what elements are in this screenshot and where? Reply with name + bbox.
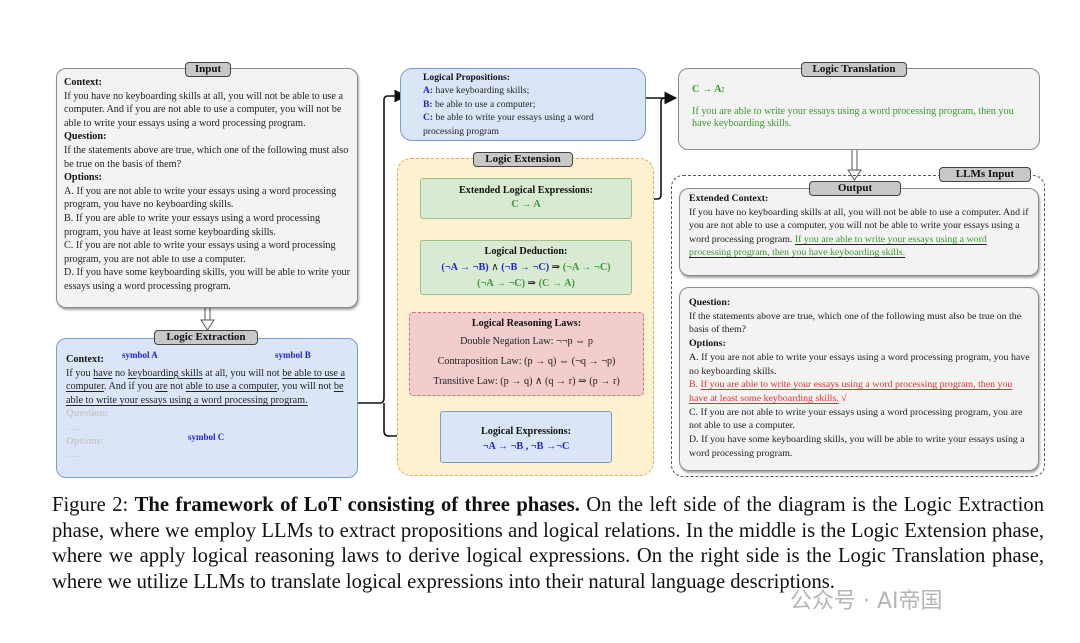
logic-extension-tag: Logic Extension bbox=[473, 152, 573, 167]
expressions-title: Logical Expressions: bbox=[480, 426, 572, 437]
llm-question-text: If the statements above are true, which … bbox=[689, 310, 1022, 336]
logical-expressions-box: Logical Expressions: ¬A → ¬B , ¬B →¬C bbox=[440, 411, 612, 463]
symbol-c-label: symbol C bbox=[188, 432, 225, 442]
question-text: If the statements above are true, which … bbox=[64, 144, 349, 170]
context-text: If you have no keyboarding skills at all… bbox=[64, 90, 343, 129]
options-label: Options: bbox=[64, 172, 102, 184]
translation-text: If you are able to write your essays usi… bbox=[692, 105, 1014, 130]
correct-answer: If you are able to write your essays usi… bbox=[689, 379, 1013, 404]
llm-option-a: A. If you are not able to write your ess… bbox=[689, 351, 1030, 377]
propositions-title: Logical Propositions: bbox=[423, 72, 510, 83]
extraction-context-label: Context: bbox=[66, 354, 104, 365]
llm-option-d: D. If you have some keyboarding skills, … bbox=[689, 434, 1025, 459]
law-double-negation: Double Negation Law: ¬¬p ⇔ p bbox=[460, 336, 593, 347]
logic-extraction-box: Context: If you have no keyboarding skil… bbox=[56, 338, 358, 478]
question-options-box: Question: If the statements above are tr… bbox=[679, 287, 1039, 471]
expressions-expr: ¬A → ¬B , ¬B →¬C bbox=[482, 441, 570, 452]
underline-are: are bbox=[155, 381, 168, 393]
proposition-c: C: be able to write your essays using a … bbox=[423, 112, 594, 137]
input-box: Context: If you have no keyboarding skil… bbox=[56, 68, 358, 308]
context-label: Context: bbox=[64, 77, 102, 88]
option-b: B. If you are able to write your essays … bbox=[64, 212, 321, 238]
caption-bold: The framework of LoT consisting of three… bbox=[134, 494, 580, 516]
underline-able-use-computer: able to use a computer bbox=[185, 381, 277, 393]
deduction-title: Logical Deduction: bbox=[484, 246, 568, 257]
extended-expr: C → A bbox=[511, 198, 541, 210]
output-tag: Output bbox=[809, 181, 901, 196]
hollow-arrow-input-to-extraction bbox=[200, 305, 215, 331]
watermark: 公众号 · AI帝国 bbox=[790, 589, 943, 614]
figure-caption: Figure 2: The framework of LoT consistin… bbox=[52, 493, 1044, 595]
llm-option-c: C. If you are not able to write your ess… bbox=[689, 406, 1023, 432]
extraction-context-text: If you have no keyboarding skills at all… bbox=[66, 367, 345, 406]
proposition-a: A: have keyboarding skills; bbox=[423, 85, 530, 97]
llm-question-label: Question: bbox=[689, 297, 731, 308]
law-transitive: Transitive Law: (p → q) ∧ (q → r) ⇒ (p →… bbox=[433, 376, 620, 387]
translation-expr: C → A: bbox=[692, 84, 725, 95]
option-c: C. If you are not able to write your ess… bbox=[64, 240, 336, 265]
output-extended-context-box: Extended Context: If you have no keyboar… bbox=[679, 188, 1039, 276]
deduction-line-1: (¬A → ¬B) ∧ (¬B → ¬C) ⇒ (¬A → ¬C) bbox=[441, 262, 611, 273]
symbol-b-label: symbol B bbox=[275, 350, 311, 360]
extended-title: Extended Logical Expressions: bbox=[459, 185, 593, 196]
laws-title: Logical Reasoning Laws: bbox=[471, 318, 582, 329]
underline-keyboarding-skills: keyboarding skills bbox=[127, 367, 203, 379]
extraction-options-ellipsis: ...... bbox=[66, 449, 82, 461]
option-d: D. If you have some keyboarding skills, … bbox=[64, 267, 351, 292]
extended-expressions-box: Extended Logical Expressions: C → A bbox=[420, 178, 632, 219]
option-a: A. If you are not able to write your ess… bbox=[64, 185, 337, 211]
logic-translation-tag: Logic Translation bbox=[801, 62, 907, 77]
logical-deduction-box: Logical Deduction: (¬A → ¬B) ∧ (¬B → ¬C)… bbox=[420, 240, 632, 295]
law-contraposition: Contraposition Law: (p → q) ⇔ (¬q → ¬p) bbox=[437, 356, 616, 367]
llm-option-b: B. If you are able to write your essays … bbox=[689, 379, 1013, 404]
extended-context-text: If you have no keyboarding skills at all… bbox=[689, 206, 1029, 259]
llm-options-label: Options: bbox=[689, 338, 726, 350]
extraction-question-label: Question: bbox=[66, 408, 109, 420]
underline-have: have bbox=[93, 367, 113, 379]
symbol-a-label: symbol A bbox=[122, 350, 158, 360]
llms-input-tag: LLMs Input bbox=[939, 167, 1031, 182]
deduction-line-2: (¬A → ¬C) ⇒ (C → A) bbox=[477, 278, 575, 289]
input-tag: Input bbox=[185, 62, 231, 77]
caption-prefix: Figure 2: bbox=[52, 494, 135, 516]
question-label: Question: bbox=[64, 131, 107, 143]
check-mark-icon: √ bbox=[838, 392, 847, 404]
proposition-b: B: be able to use a computer; bbox=[423, 98, 536, 110]
logic-translation-box: C → A: If you are able to write your ess… bbox=[678, 68, 1040, 150]
logical-propositions-box: Logical Propositions: A: have keyboardin… bbox=[400, 68, 646, 141]
logic-extraction-tag: Logic Extraction bbox=[154, 330, 258, 345]
reasoning-laws-box: Logical Reasoning Laws: Double Negation … bbox=[409, 312, 644, 396]
